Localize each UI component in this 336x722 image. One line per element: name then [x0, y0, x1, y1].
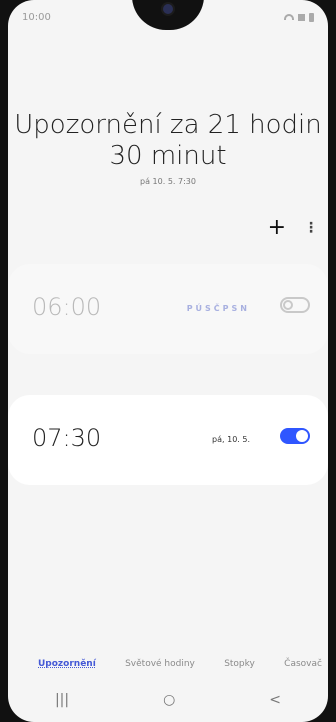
status-icons — [284, 12, 314, 22]
alarm-date: pá, 10. 5. — [212, 435, 250, 444]
system-navigation-bar: ||| ○ < — [8, 692, 328, 708]
toggle-knob — [296, 430, 308, 442]
alarm-summary: Upozornění za 21 hodin 30 minut pá 10. 5… — [8, 110, 328, 186]
more-options-icon[interactable]: ⋮ — [304, 220, 318, 236]
tab-world-clock[interactable]: Světové hodiny — [125, 659, 195, 669]
tab-stopwatch[interactable]: Stopky — [224, 659, 255, 669]
status-bar: 10:00 — [8, 0, 328, 34]
status-time: 10:00 — [22, 11, 51, 23]
recent-apps-icon[interactable]: ||| — [55, 692, 69, 708]
alarm-toggle[interactable] — [280, 428, 310, 444]
page-title: Upozornění za 21 hodin 30 minut — [14, 110, 322, 171]
tab-timer[interactable]: Časovač — [284, 659, 322, 669]
wifi-icon — [284, 14, 294, 20]
alarm-card[interactable]: 06:00 PÚSČPSN — [8, 264, 328, 354]
home-icon[interactable]: ○ — [163, 692, 175, 708]
back-icon[interactable]: < — [269, 692, 281, 708]
phone-screen: 10:00 Upozornění za 21 hodin 30 minut pá… — [8, 0, 328, 722]
alarm-toggle[interactable] — [280, 297, 310, 313]
next-alarm-date: pá 10. 5. 7:30 — [140, 177, 196, 186]
bottom-tab-bar: Upozornění Světové hodiny Stopky Časovač — [8, 659, 328, 669]
alarm-card[interactable]: 07:30 pá, 10. 5. — [8, 395, 328, 485]
add-alarm-button[interactable]: + — [268, 217, 286, 239]
alarm-time: 06:00 — [32, 293, 102, 321]
toggle-knob — [283, 300, 293, 310]
battery-icon — [309, 12, 314, 22]
alarm-time: 07:30 — [32, 424, 102, 452]
tab-alarm[interactable]: Upozornění — [38, 659, 96, 669]
toolbar: + ⋮ — [268, 217, 318, 239]
alarm-days: PÚSČPSN — [186, 304, 250, 313]
signal-icon — [298, 13, 305, 21]
